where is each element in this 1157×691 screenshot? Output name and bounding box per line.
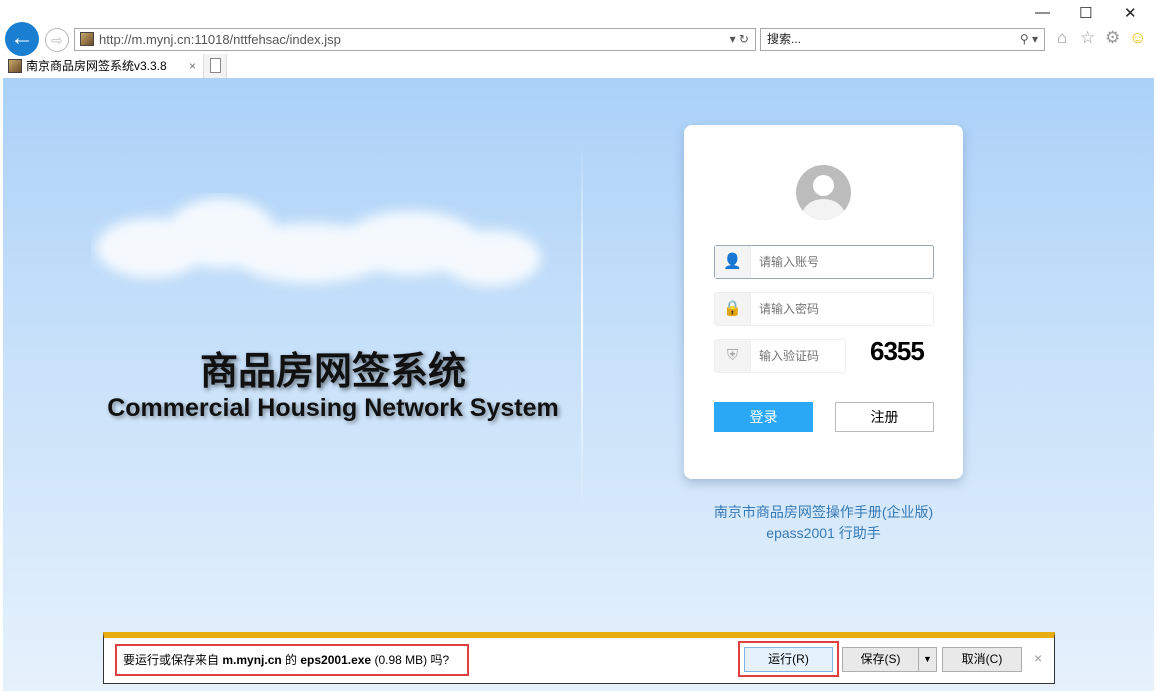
site-favicon-icon	[80, 32, 94, 46]
favorites-star-icon[interactable]: ☆	[1080, 28, 1095, 48]
download-message: 要运行或保存来自 m.mynj.cn 的 eps2001.exe (0.98 M…	[115, 644, 469, 676]
helper-link[interactable]: epass2001 行助手	[684, 523, 963, 544]
maximize-button[interactable]: ☐	[1079, 4, 1092, 22]
user-icon: 👤	[715, 246, 751, 278]
search-icon[interactable]: ⚲ ▾	[1020, 29, 1038, 50]
settings-gear-icon[interactable]: ⚙	[1105, 28, 1120, 48]
new-tab-button[interactable]	[203, 54, 227, 78]
search-placeholder: 搜索...	[767, 32, 801, 46]
download-notification-bar: 要运行或保存来自 m.mynj.cn 的 eps2001.exe (0.98 M…	[103, 632, 1055, 684]
help-links: 南京市商品房网签操作手册(企业版) epass2001 行助手	[684, 502, 963, 544]
url-text: http://m.mynj.cn:11018/nttfehsac/index.j…	[99, 32, 341, 47]
hero-title-cn: 商品房网签系统	[3, 340, 663, 395]
forward-button[interactable]: ⇨	[45, 28, 69, 52]
back-button[interactable]: ←	[5, 22, 39, 56]
refresh-icon[interactable]: ▾ ↻	[730, 29, 749, 50]
smiley-feedback-icon[interactable]: ☺	[1129, 28, 1146, 48]
hero-title-en: Commercial Housing Network System	[3, 394, 663, 423]
close-bar-icon[interactable]: ×	[1034, 650, 1042, 666]
shield-check-icon: ⛨	[715, 340, 751, 372]
password-input[interactable]	[759, 293, 919, 325]
home-icon[interactable]: ⌂	[1057, 28, 1067, 48]
close-window-button[interactable]: ✕	[1124, 4, 1137, 22]
cloud-image	[91, 193, 551, 303]
run-button[interactable]: 运行(R)	[744, 647, 833, 672]
account-input[interactable]	[759, 246, 919, 278]
minimize-button[interactable]: —	[1035, 4, 1050, 21]
page-content: 商品房网签系统 Commercial Housing Network Syste…	[3, 78, 1154, 691]
save-button[interactable]: 保存(S)	[842, 647, 919, 672]
save-dropdown-chevron-icon[interactable]: ▼	[918, 647, 937, 672]
captcha-image[interactable]: 6355	[870, 336, 924, 367]
account-field[interactable]: 👤	[714, 245, 934, 279]
register-button[interactable]: 注册	[835, 402, 934, 432]
cancel-button[interactable]: 取消(C)	[942, 647, 1022, 672]
tab-title: 南京商品房网签系统v3.3.8	[26, 59, 167, 73]
login-button[interactable]: 登录	[714, 402, 813, 432]
captcha-input[interactable]	[759, 340, 843, 372]
avatar-icon	[796, 165, 851, 220]
login-card: 👤 🔒 ⛨ 6355 登录 注册	[684, 125, 963, 479]
captcha-field[interactable]: ⛨	[714, 339, 846, 373]
tab-favicon-icon	[8, 59, 22, 73]
manual-link[interactable]: 南京市商品房网签操作手册(企业版)	[684, 502, 963, 523]
tab-active[interactable]: 南京商品房网签系统v3.3.8 ×	[4, 54, 200, 78]
lock-icon: 🔒	[715, 293, 751, 325]
tab-close-icon[interactable]: ×	[189, 54, 196, 78]
divider	[581, 143, 583, 508]
address-bar[interactable]: http://m.mynj.cn:11018/nttfehsac/index.j…	[74, 28, 756, 51]
browser-chrome: — ☐ ✕ ← ⇨ http://m.mynj.cn:11018/nttfehs…	[0, 0, 1157, 78]
search-input[interactable]: 搜索... ⚲ ▾	[760, 28, 1045, 51]
password-field[interactable]: 🔒	[714, 292, 934, 326]
